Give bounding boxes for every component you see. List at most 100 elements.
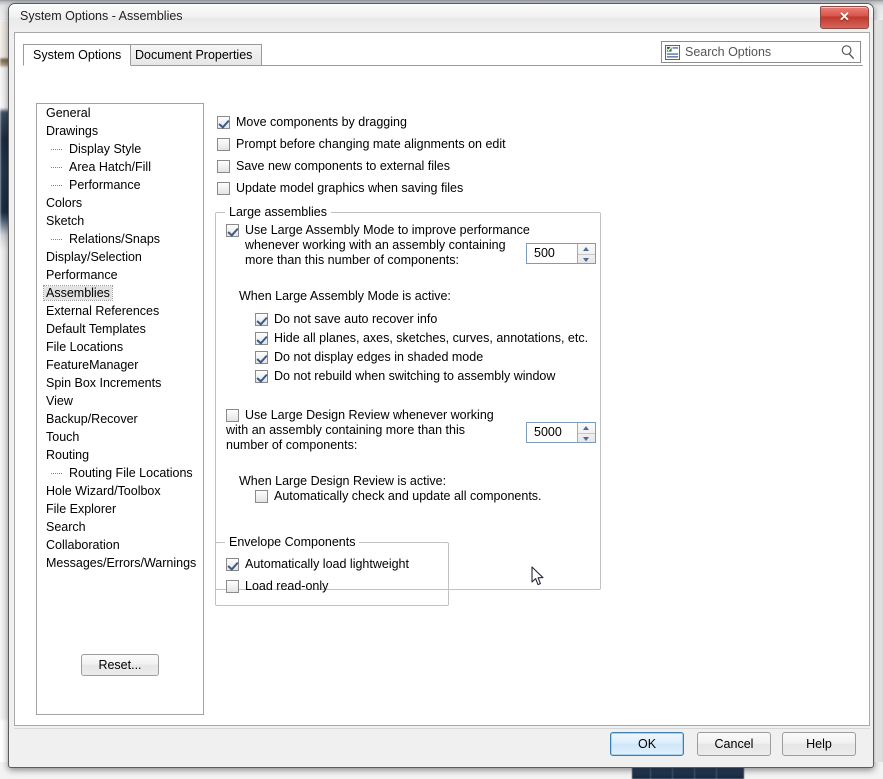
tree-item-performance[interactable]: Performance <box>37 266 203 284</box>
checkbox-label: Prompt before changing mate alignments o… <box>236 137 506 151</box>
checkbox-label: Do not save auto recover info <box>274 312 438 326</box>
tree-item-label: Default Templates <box>46 322 146 336</box>
checkbox-label: Do not rebuild when switching to assembl… <box>274 369 556 383</box>
tree-item-label: Touch <box>46 430 80 444</box>
tree-item-featuremanager[interactable]: FeatureManager <box>37 356 203 374</box>
tree-item-label: Assemblies <box>43 285 113 301</box>
large-design-review-threshold-stepper[interactable]: 5000 <box>526 422 596 443</box>
tree-item-file-explorer[interactable]: File Explorer <box>37 500 203 518</box>
checkbox-box[interactable] <box>217 160 230 173</box>
group-large-assemblies: Large assemblies <box>215 205 601 590</box>
tree-item-general[interactable]: General <box>37 104 203 122</box>
tree-item-colors[interactable]: Colors <box>37 194 203 212</box>
checkbox-box[interactable] <box>255 351 268 364</box>
tree-item-performance[interactable]: Performance <box>37 176 203 194</box>
tree-item-file-locations[interactable]: File Locations <box>37 338 203 356</box>
tree-item-label: Display/Selection <box>46 250 142 264</box>
tree-item-label: Colors <box>46 196 83 210</box>
tab-system-options-label: System Options <box>33 48 122 62</box>
group-large-assemblies-title: Large assemblies <box>225 205 331 219</box>
ok-button-label: OK <box>637 737 657 751</box>
tree-item-label: Relations/Snaps <box>69 232 161 246</box>
tree-item-label: Backup/Recover <box>46 412 138 426</box>
dialog-client-area: System Options Document Properties Searc… <box>14 32 870 726</box>
tree-item-label: Routing <box>46 448 90 462</box>
tree-item-messages-errors-warnings[interactable]: Messages/Errors/Warnings <box>37 554 203 572</box>
tree-item-sketch[interactable]: Sketch <box>37 212 203 230</box>
checkbox-box[interactable] <box>226 558 239 571</box>
tree-item-search[interactable]: Search <box>37 518 203 536</box>
checkbox-box[interactable] <box>255 332 268 345</box>
checkbox-box[interactable] <box>217 116 230 129</box>
help-button-label: Help <box>806 737 832 751</box>
tree-item-label: File Locations <box>46 340 124 354</box>
tree-item-display-style[interactable]: Display Style <box>37 140 203 158</box>
stepper-up-icon[interactable] <box>578 423 595 433</box>
tree-item-drawings[interactable]: Drawings <box>37 122 203 140</box>
checkbox-box[interactable] <box>226 409 239 422</box>
reset-button[interactable]: Reset... <box>81 654 159 676</box>
tree-item-display-selection[interactable]: Display/Selection <box>37 248 203 266</box>
checkbox-label: Hide all planes, axes, sketches, curves,… <box>274 331 589 345</box>
large-assembly-mode-threshold-stepper[interactable]: 500 <box>526 243 596 264</box>
stepper-buttons[interactable] <box>577 244 595 263</box>
checkbox-label: Save new components to external files <box>236 159 451 173</box>
checkbox-box[interactable] <box>226 224 239 237</box>
tree-item-backup-recover[interactable]: Backup/Recover <box>37 410 203 428</box>
tree-item-view[interactable]: View <box>37 392 203 410</box>
tree-item-label: Sketch <box>46 214 85 228</box>
system-options-dialog: System Options - Assemblies ✕ System Opt… <box>8 3 874 768</box>
checkbox-box[interactable] <box>217 182 230 195</box>
magnifier-icon[interactable] <box>840 44 857 61</box>
tree-item-label: Collaboration <box>46 538 120 552</box>
options-list-icon <box>665 45 680 60</box>
stepper-down-icon[interactable] <box>578 432 595 444</box>
checkbox-label: Automatically check and update all compo… <box>274 489 542 503</box>
tree-item-external-references[interactable]: External References <box>37 302 203 320</box>
tree-item-label: Search <box>46 520 86 534</box>
stepper-value: 5000 <box>534 425 562 439</box>
search-placeholder-text: Search Options <box>685 45 772 59</box>
checkbox-box[interactable] <box>255 490 268 503</box>
large-assembly-mode-line2: whenever working with an assembly contai… <box>245 238 506 252</box>
stepper-down-icon[interactable] <box>578 253 595 265</box>
tree-item-label: Routing File Locations <box>69 466 193 480</box>
search-input[interactable]: Search Options <box>661 41 861 63</box>
tree-item-touch[interactable]: Touch <box>37 428 203 446</box>
stepper-up-icon[interactable] <box>578 244 595 254</box>
window-title: System Options - Assemblies <box>20 9 183 23</box>
tree-item-routing[interactable]: Routing <box>37 446 203 464</box>
tree-item-label: External References <box>46 304 160 318</box>
tree-item-routing-file-locations[interactable]: Routing File Locations <box>37 464 203 482</box>
tree-item-label: File Explorer <box>46 502 117 516</box>
checkbox-label: Move components by dragging <box>236 115 407 129</box>
checkbox-box[interactable] <box>217 138 230 151</box>
checkbox-box[interactable] <box>255 313 268 326</box>
close-icon[interactable]: ✕ <box>820 6 869 29</box>
tab-document-properties[interactable]: Document Properties <box>125 44 263 66</box>
tree-item-label: Performance <box>69 178 141 192</box>
tree-item-relations-snaps[interactable]: Relations/Snaps <box>37 230 203 248</box>
title-bar[interactable]: System Options - Assemblies ✕ <box>9 4 873 31</box>
tree-item-spin-box-increments[interactable]: Spin Box Increments <box>37 374 203 392</box>
checkbox-box[interactable] <box>226 580 239 593</box>
stepper-buttons[interactable] <box>577 423 595 442</box>
checkbox-box[interactable] <box>255 370 268 383</box>
ok-button[interactable]: OK <box>610 732 684 756</box>
checkbox-label: Do not display edges in shaded mode <box>274 350 484 364</box>
cancel-button[interactable]: Cancel <box>697 732 771 756</box>
checkbox-label-line1: Use Large Design Review whenever working <box>245 408 494 422</box>
tree-item-hole-wizard-toolbox[interactable]: Hole Wizard/Toolbox <box>37 482 203 500</box>
tree-item-assemblies[interactable]: Assemblies <box>37 284 203 302</box>
tree-item-default-templates[interactable]: Default Templates <box>37 320 203 338</box>
help-button[interactable]: Help <box>782 732 856 756</box>
checkbox-label: Automatically load lightweight <box>245 557 409 571</box>
tree-item-area-hatch-fill[interactable]: Area Hatch/Fill <box>37 158 203 176</box>
tab-system-options[interactable]: System Options <box>23 44 132 66</box>
large-design-review-active-heading: When Large Design Review is active: <box>239 474 447 488</box>
tree-item-label: Spin Box Increments <box>46 376 162 390</box>
tree-item-label: Drawings <box>46 124 99 138</box>
options-category-tree[interactable]: General Drawings Display Style Area Hatch/F… <box>36 103 204 715</box>
tree-item-collaboration[interactable]: Collaboration <box>37 536 203 554</box>
tree-item-label: General <box>46 106 91 120</box>
